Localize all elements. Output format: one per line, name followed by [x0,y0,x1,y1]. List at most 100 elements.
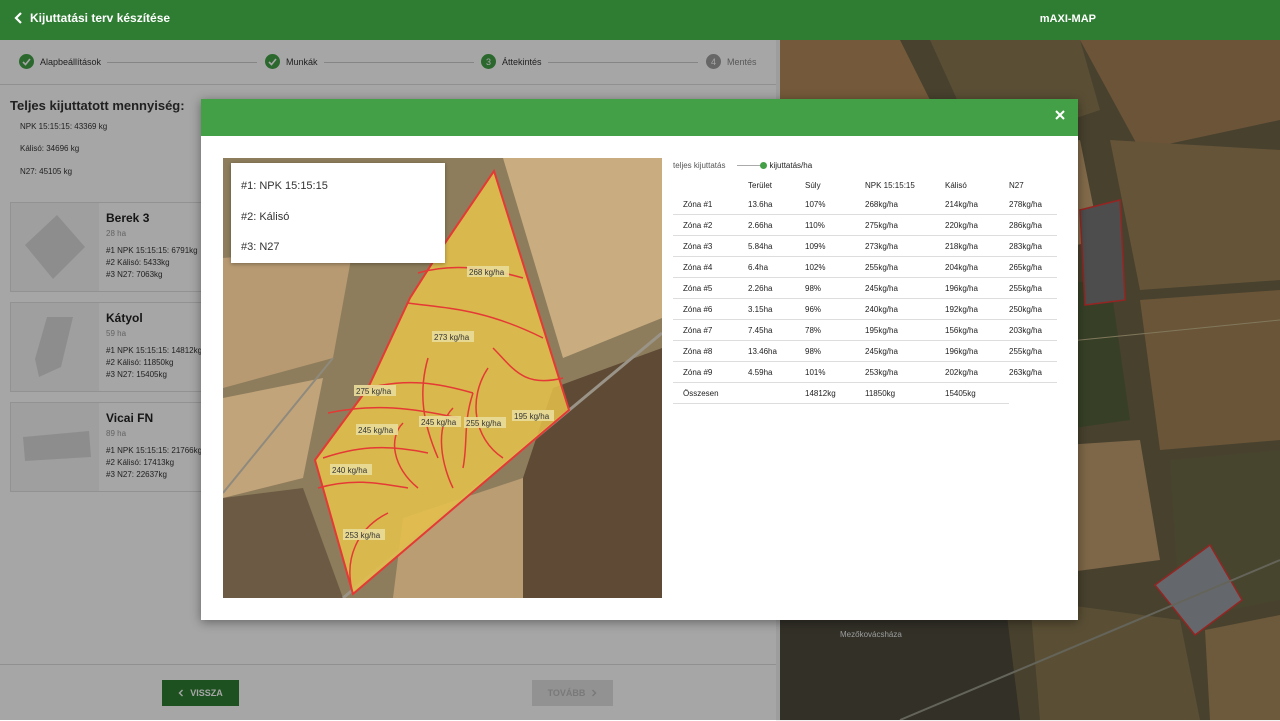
table-cell: 273kg/ha [865,235,945,257]
table-cell: 202kg/ha [945,361,1009,383]
table-cell: 107% [805,194,865,215]
table-cell: 156kg/ha [945,319,1009,341]
zone-label: 268 kg/ha [469,268,505,277]
table-cell: 245kg/ha [865,340,945,362]
table-cell: 263kg/ha [1009,361,1057,383]
table-cell: 192kg/ha [945,298,1009,320]
display-mode-toggle[interactable]: teljes kijuttatás kijuttatás/ha [673,161,812,170]
layer-option-kaliso[interactable]: #2: Kálisó [241,211,289,223]
back-label: Kijuttatási terv készítése [30,11,171,25]
table-cell: 2.66ha [748,214,805,236]
table-cell: Zóna #4 [673,256,748,278]
layer-select-menu: #1: NPK 15:15:15 #2: Kálisó #3: N27 [231,163,445,263]
table-cell: 14812kg [805,382,865,404]
table-cell: 195kg/ha [865,319,945,341]
table-cell: 275kg/ha [865,214,945,236]
table-cell: 109% [805,235,865,257]
toggle-label-total: teljes kijuttatás [673,161,726,170]
zone-table: Terület Súly NPK 15:15:15 Kálisó N27 Zón… [673,176,1057,404]
table-cell: 13.6ha [748,194,805,215]
modal-header [201,99,1078,136]
table-cell: 218kg/ha [945,235,1009,257]
table-cell: 286kg/ha [1009,214,1057,236]
table-cell: 203kg/ha [1009,319,1057,341]
table-cell: Zóna #5 [673,277,748,299]
table-row: Zóna #8 13.46ha 98% 245kg/ha 196kg/ha 25… [673,340,1057,362]
table-cell: 196kg/ha [945,340,1009,362]
toggle-switch[interactable] [737,162,768,169]
table-cell: Összesen [673,382,748,404]
table-cell: Zóna #6 [673,298,748,320]
app-header: Kijuttatási terv készítése mAXI-MAP [0,0,1280,40]
table-cell: 278kg/ha [1009,194,1057,215]
table-cell: 196kg/ha [945,277,1009,299]
table-cell: 6.4ha [748,256,805,278]
table-cell: 98% [805,277,865,299]
table-row: Zóna #2 2.66ha 110% 275kg/ha 220kg/ha 28… [673,214,1057,236]
table-row: Zóna #1 13.6ha 107% 268kg/ha 214kg/ha 27… [673,194,1057,215]
table-cell: 240kg/ha [865,298,945,320]
zone-label: 195 kg/ha [514,412,550,421]
table-cell: 102% [805,256,865,278]
zone-label: 245 kg/ha [358,426,394,435]
table-header-row: Terület Súly NPK 15:15:15 Kálisó N27 [673,176,1057,194]
table-cell: 214kg/ha [945,194,1009,215]
table-row: Zóna #3 5.84ha 109% 273kg/ha 218kg/ha 28… [673,235,1057,257]
table-cell: 2.26ha [748,277,805,299]
table-cell [1009,383,1057,404]
table-cell: 96% [805,298,865,320]
column-header [673,176,748,194]
zone-label: 273 kg/ha [434,333,470,342]
table-cell: Zóna #1 [673,194,748,215]
table-cell: 101% [805,361,865,383]
table-cell: 255kg/ha [865,256,945,278]
toggle-knob [760,162,768,169]
table-row: Zóna #4 6.4ha 102% 255kg/ha 204kg/ha 265… [673,256,1057,278]
zone-details-modal: 268 kg/ha 273 kg/ha 275 kg/ha 245 kg/ha … [201,99,1078,620]
table-cell: 7.45ha [748,319,805,341]
zone-map[interactable]: 268 kg/ha 273 kg/ha 275 kg/ha 245 kg/ha … [223,158,662,598]
table-row: Zóna #7 7.45ha 78% 195kg/ha 156kg/ha 203… [673,319,1057,341]
layer-option-n27[interactable]: #3: N27 [241,241,280,253]
column-header: Súly [805,180,821,190]
table-cell: 220kg/ha [945,214,1009,236]
zone-label: 255 kg/ha [466,419,502,428]
table-cell: 110% [805,214,865,236]
table-cell: 265kg/ha [1009,256,1057,278]
table-cell: 250kg/ha [1009,298,1057,320]
table-cell: 3.15ha [748,298,805,320]
back-button[interactable]: Kijuttatási terv készítése [14,11,170,25]
table-cell: Zóna #3 [673,235,748,257]
column-header: NPK 15:15:15 [865,180,915,190]
layer-option-npk[interactable]: #1: NPK 15:15:15 [241,180,328,192]
table-cell: 4.59ha [748,361,805,383]
table-cell: Zóna #7 [673,319,748,341]
table-cell: 204kg/ha [945,256,1009,278]
table-cell: Zóna #9 [673,361,748,383]
chevron-left-icon [14,12,22,24]
table-cell: 11850kg [865,382,945,404]
table-cell: 98% [805,340,865,362]
zone-label: 240 kg/ha [332,466,368,475]
table-cell: 15405kg [945,382,1009,404]
zone-label: 253 kg/ha [345,531,381,540]
column-header: Kálisó [945,180,967,190]
column-header: N27 [1009,180,1024,190]
table-cell: 253kg/ha [865,361,945,383]
table-cell: 78% [805,319,865,341]
table-row: Zóna #6 3.15ha 96% 240kg/ha 192kg/ha 250… [673,298,1057,320]
close-button[interactable] [1052,109,1068,125]
brand-logo: mAXI-MAP [1039,13,1096,25]
toggle-label-per-ha: kijuttatás/ha [769,161,813,170]
close-icon [1055,110,1065,120]
table-cell: Zóna #2 [673,214,748,236]
table-cell: Zóna #8 [673,340,748,362]
table-total-row: Összesen 14812kg 11850kg 15405kg [673,382,1057,404]
zone-label: 275 kg/ha [356,387,392,396]
table-cell: 245kg/ha [865,277,945,299]
table-cell: 255kg/ha [1009,340,1057,362]
table-cell [748,382,805,404]
zone-label: 245 kg/ha [421,418,457,427]
table-row: Zóna #5 2.26ha 98% 245kg/ha 196kg/ha 255… [673,277,1057,299]
table-cell: 268kg/ha [865,194,945,215]
